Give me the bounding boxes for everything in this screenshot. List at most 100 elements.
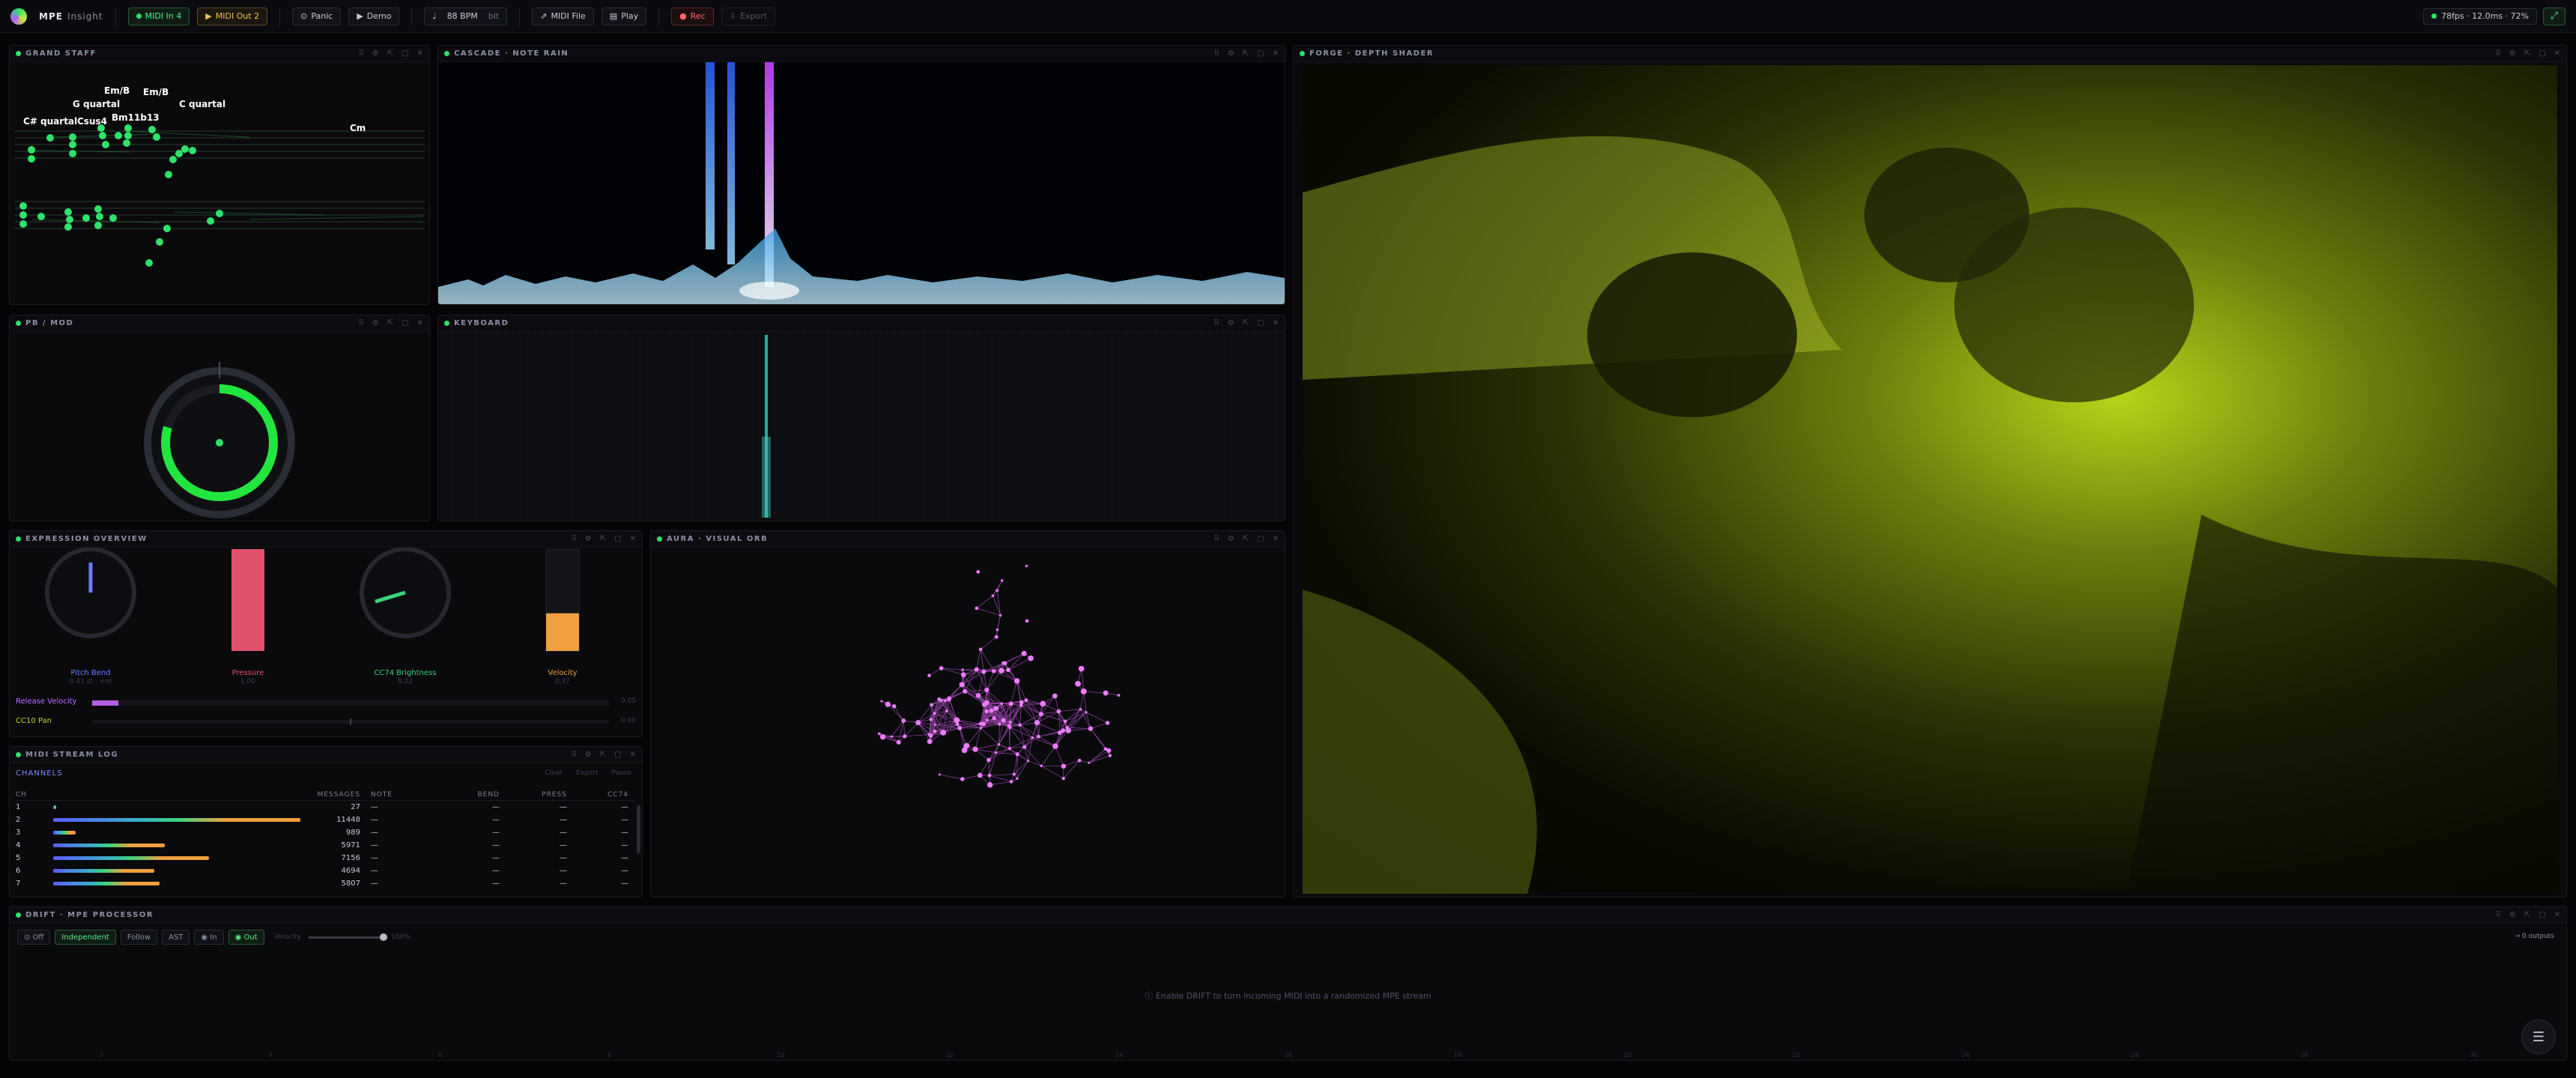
maximize-icon[interactable]: ▢ — [401, 319, 408, 327]
velocity-slider[interactable] — [308, 933, 387, 941]
tab-channels[interactable]: CHANNELS — [16, 769, 63, 778]
menu-fab-button[interactable]: ☰ — [2521, 1020, 2556, 1054]
export-button[interactable]: ⇩ Export — [721, 7, 775, 25]
settings-icon[interactable]: ⚙ — [585, 535, 592, 543]
orb-node — [1061, 763, 1067, 769]
popout-icon[interactable]: ⇱ — [387, 319, 393, 327]
midi-in-button[interactable]: MIDI In 4 — [127, 7, 190, 25]
record-button[interactable]: ● Rec — [671, 7, 714, 25]
settings-icon[interactable]: ⚙ — [1228, 319, 1234, 327]
orb-node — [933, 712, 936, 715]
drag-handle-icon[interactable]: ⠿ — [2495, 911, 2500, 919]
clear-button[interactable]: Clear — [545, 769, 563, 777]
orb-node — [998, 667, 1004, 673]
popout-icon[interactable]: ⇱ — [1243, 319, 1249, 327]
axis-tick-label: 28 — [2300, 1052, 2309, 1059]
drag-handle-icon[interactable]: ⠿ — [571, 535, 576, 543]
demo-button[interactable]: ▶ Demo — [348, 7, 400, 25]
fullscreen-button[interactable]: ⤢ — [2543, 7, 2566, 25]
cc74-cell: — — [621, 854, 628, 862]
performance-readout: 78fps · 12.0ms · 72% — [2423, 7, 2537, 25]
drag-handle-icon[interactable]: ⠿ — [571, 751, 576, 759]
popout-icon[interactable]: ⇱ — [2524, 49, 2530, 58]
orb-node — [972, 746, 978, 752]
maximize-icon[interactable]: ▢ — [2539, 49, 2545, 58]
drag-handle-icon[interactable]: ⠿ — [1213, 49, 1219, 58]
panic-button[interactable]: ⊙ Panic — [292, 7, 342, 25]
channel-number: 1 — [16, 803, 21, 811]
maximize-icon[interactable]: ▢ — [2539, 911, 2545, 919]
drift-in-button[interactable]: ◉ In — [194, 930, 224, 945]
impact-glow — [739, 282, 799, 300]
orb-node — [991, 669, 996, 673]
drag-handle-icon[interactable]: ⠿ — [358, 319, 363, 327]
orb-node — [927, 739, 933, 745]
orb-node — [877, 732, 881, 736]
note-head — [175, 150, 183, 157]
play-button[interactable]: ▤ Play — [601, 7, 647, 25]
drag-handle-icon[interactable]: ⠿ — [2495, 49, 2500, 58]
popout-icon[interactable]: ⇱ — [1243, 535, 1249, 543]
orb-node — [1103, 690, 1109, 696]
pause-button[interactable]: Pause — [612, 769, 631, 777]
close-icon[interactable]: ✕ — [1273, 49, 1279, 58]
drag-handle-icon[interactable]: ⠿ — [1213, 535, 1219, 543]
drag-handle-icon[interactable]: ⠿ — [1213, 319, 1219, 327]
settings-icon[interactable]: ⚙ — [1228, 535, 1234, 543]
maximize-icon[interactable]: ▢ — [1257, 319, 1264, 327]
note-head — [28, 155, 35, 163]
log-scrollbar[interactable] — [637, 805, 640, 853]
close-icon[interactable]: ✕ — [630, 751, 636, 759]
message-count: 5971 — [341, 841, 360, 850]
orb-node — [896, 739, 901, 745]
popout-icon[interactable]: ⇱ — [600, 535, 606, 543]
drift-off-toggle[interactable]: ⊙ Off — [17, 930, 51, 945]
velocity-slider-label: Velocity — [274, 933, 301, 941]
midi-out-button[interactable]: ▶ MIDI Out 2 — [197, 7, 268, 25]
settings-icon[interactable]: ⚙ — [1228, 49, 1234, 58]
close-icon[interactable]: ✕ — [417, 49, 423, 58]
maximize-icon[interactable]: ▢ — [1257, 535, 1264, 543]
note-head — [189, 147, 196, 154]
table-row: 7 5807 — — — — — [16, 877, 634, 890]
maximize-icon[interactable]: ▢ — [401, 49, 408, 58]
orb-node — [1040, 700, 1046, 707]
settings-icon[interactable]: ⚙ — [585, 751, 592, 759]
maximize-icon[interactable]: ▢ — [614, 535, 621, 543]
close-icon[interactable]: ✕ — [2554, 49, 2560, 58]
axis-tick-label: 8 — [607, 1052, 612, 1059]
drift-ast-button[interactable]: AST — [162, 930, 190, 945]
tempo-field[interactable]: ♩ 88 BPM bit — [424, 7, 508, 25]
maximize-icon[interactable]: ▢ — [1257, 49, 1264, 58]
drift-out-button[interactable]: ◉ Out — [228, 930, 264, 945]
channel-number: 6 — [16, 867, 21, 875]
close-icon[interactable]: ✕ — [1273, 535, 1279, 543]
power-icon: ⊙ — [24, 933, 33, 942]
drift-independent-button[interactable]: Independent — [55, 930, 116, 945]
export-log-button[interactable]: Export — [576, 769, 598, 777]
settings-icon[interactable]: ⚙ — [2509, 911, 2516, 919]
settings-icon[interactable]: ⚙ — [372, 319, 379, 327]
close-icon[interactable]: ✕ — [417, 319, 423, 327]
maximize-icon[interactable]: ▢ — [614, 751, 621, 759]
orb-node — [984, 709, 989, 714]
popout-icon[interactable]: ⇱ — [600, 751, 606, 759]
popout-icon[interactable]: ⇱ — [1243, 49, 1249, 58]
grand-staff-panel: GRAND STAFF ⠿ ⚙ ⇱ ▢ ✕ C# quartal G quart… — [9, 45, 430, 305]
orb-node — [960, 672, 966, 678]
drift-follow-button[interactable]: Follow — [120, 930, 158, 945]
midi-file-button[interactable]: ⇗ MIDI File — [532, 7, 594, 25]
popout-icon[interactable]: ⇱ — [387, 49, 393, 58]
close-icon[interactable]: ✕ — [630, 535, 636, 543]
message-cell: 5971 — [53, 841, 360, 850]
panel-dot-icon — [16, 321, 21, 326]
settings-icon[interactable]: ⚙ — [2509, 49, 2516, 58]
orb-node — [1056, 709, 1061, 714]
drag-handle-icon[interactable]: ⠿ — [358, 49, 363, 58]
popout-icon[interactable]: ⇱ — [2524, 911, 2530, 919]
message-cell: 11448 — [53, 816, 360, 824]
slider-thumb[interactable] — [379, 933, 387, 941]
close-icon[interactable]: ✕ — [2554, 911, 2560, 919]
settings-icon[interactable]: ⚙ — [372, 49, 379, 58]
close-icon[interactable]: ✕ — [1273, 319, 1279, 327]
